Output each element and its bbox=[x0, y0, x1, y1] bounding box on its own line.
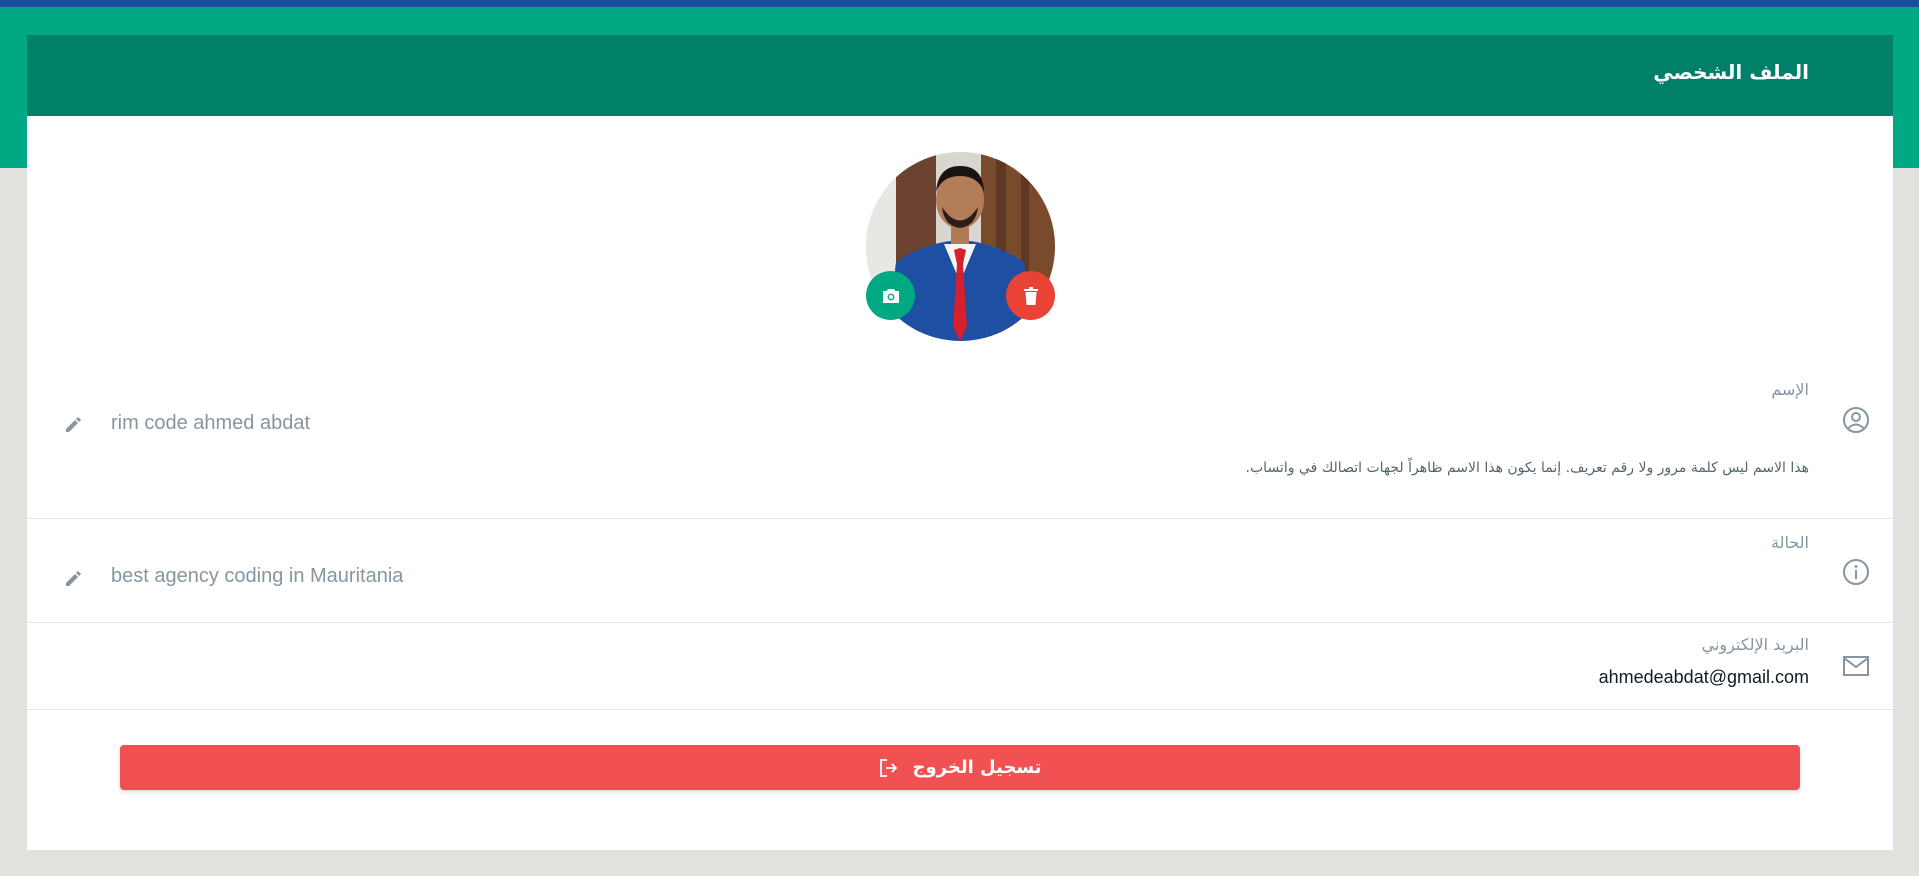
card-header: الملف الشخصي bbox=[27, 35, 1893, 116]
email-label: البريد الإلكتروني bbox=[1701, 635, 1809, 654]
top-strip bbox=[0, 0, 1919, 7]
profile-card: الملف الشخصي الإسم rim code ahmed abdat … bbox=[27, 35, 1893, 850]
page-title: الملف الشخصي bbox=[1653, 60, 1809, 84]
logout-button[interactable]: تسجيل الخروج bbox=[120, 745, 1800, 790]
name-label: الإسم bbox=[1771, 380, 1809, 399]
avatar-container bbox=[866, 152, 1055, 341]
email-value: ahmedeabdat@gmail.com bbox=[1598, 667, 1809, 687]
status-input[interactable] bbox=[111, 565, 1211, 588]
name-row: الإسم هذا الاسم ليس كلمة مرور ولا رقم تع… bbox=[27, 370, 1893, 519]
user-circle-icon bbox=[1843, 407, 1869, 433]
edit-name-icon[interactable] bbox=[63, 415, 83, 435]
camera-icon bbox=[882, 288, 899, 303]
name-input[interactable] bbox=[111, 412, 1211, 435]
trash-icon bbox=[1023, 286, 1038, 305]
logout-icon bbox=[879, 758, 897, 777]
edit-status-icon[interactable] bbox=[63, 569, 83, 589]
email-row: البريد الإلكتروني ahmedeabdat@gmail.com bbox=[27, 623, 1893, 710]
change-photo-button[interactable] bbox=[866, 271, 915, 320]
mail-icon bbox=[1843, 656, 1869, 676]
info-icon bbox=[1843, 559, 1869, 585]
delete-photo-button[interactable] bbox=[1006, 271, 1055, 320]
status-row: الحالة bbox=[27, 519, 1893, 623]
status-label: الحالة bbox=[1771, 533, 1809, 552]
logout-label: تسجيل الخروج bbox=[912, 757, 1042, 778]
name-hint: هذا الاسم ليس كلمة مرور ولا رقم تعريف. إ… bbox=[1245, 460, 1809, 476]
